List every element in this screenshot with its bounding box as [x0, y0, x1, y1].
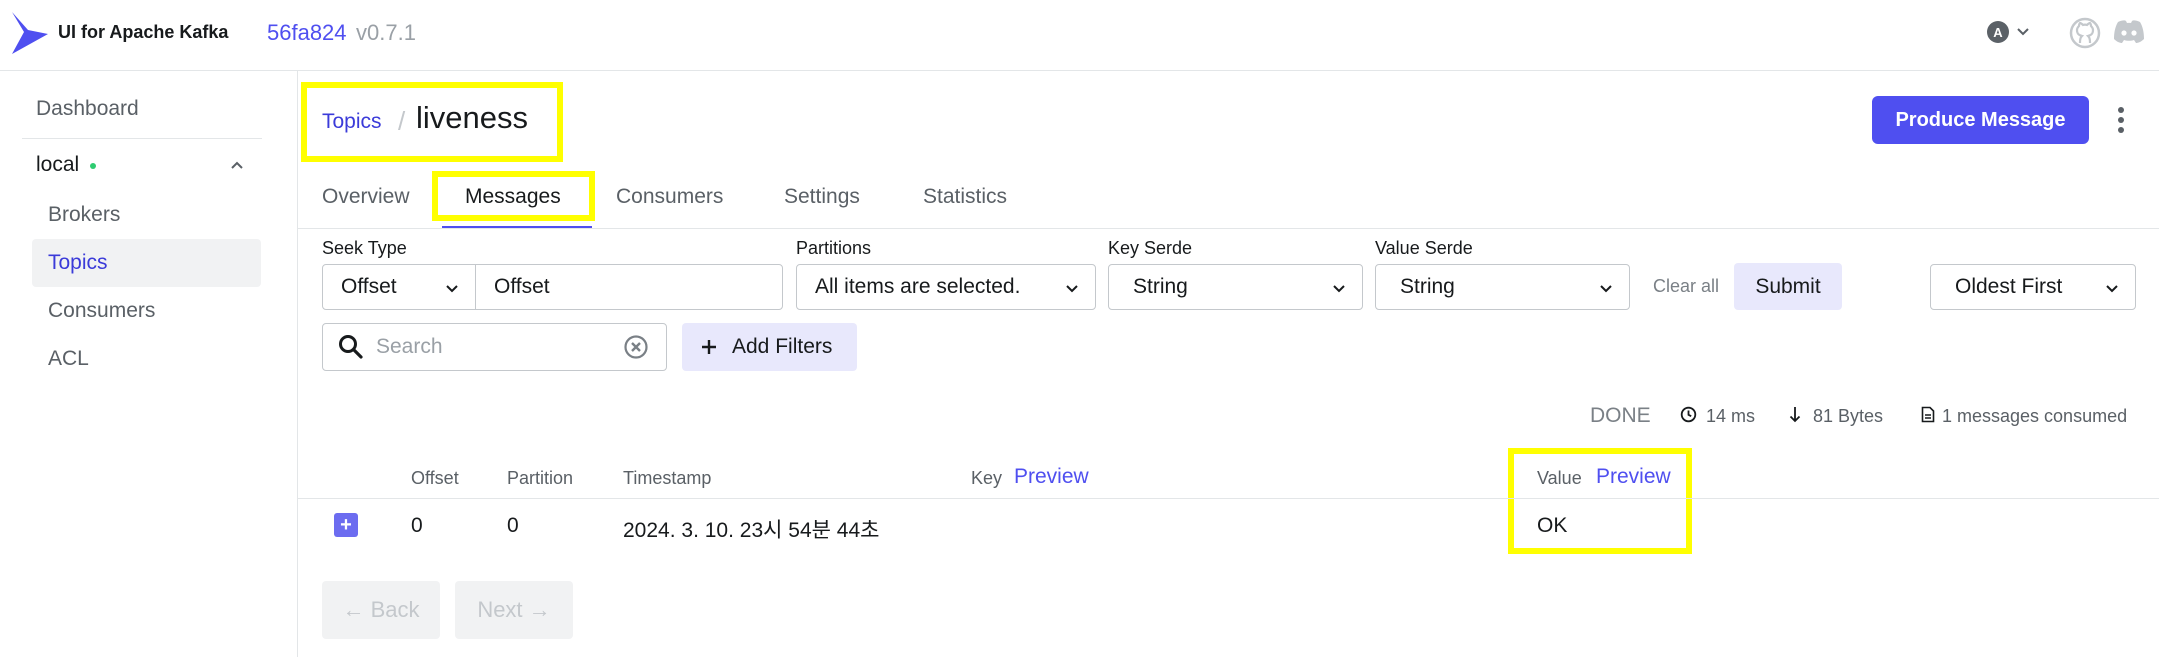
submit-button[interactable]: Submit	[1734, 263, 1842, 310]
more-options-icon[interactable]	[2116, 106, 2126, 134]
document-icon	[1921, 406, 1935, 423]
tab-statistics[interactable]: Statistics	[923, 185, 1007, 209]
elapsed-time: 14 ms	[1706, 406, 1756, 426]
clear-all-button[interactable]: Clear all	[1653, 276, 1719, 297]
sidebar-item-topics[interactable]: Topics	[32, 239, 261, 287]
sidebar-divider	[22, 138, 262, 139]
value-serde-label: Value Serde	[1375, 238, 1473, 258]
cell-offset: 0	[411, 514, 423, 537]
column-header-value: Value	[1537, 468, 1582, 488]
partitions-select[interactable]: All items are selected.	[796, 264, 1096, 310]
kafka-ui-logo-icon[interactable]	[10, 10, 50, 56]
arrow-down-icon	[1789, 407, 1801, 423]
chevron-down-icon	[446, 285, 458, 293]
chevron-down-icon	[1066, 285, 1078, 293]
tabs-divider	[298, 228, 2159, 229]
sidebar-item-acl[interactable]: ACL	[32, 335, 261, 383]
github-icon[interactable]	[2069, 17, 2101, 49]
next-button[interactable]: Next →	[455, 581, 573, 639]
clear-search-icon[interactable]	[624, 335, 648, 359]
key-preview-link[interactable]: Preview	[1014, 465, 1089, 489]
table-header-divider	[298, 498, 2159, 499]
version-label: v0.7.1	[356, 20, 416, 45]
user-avatar[interactable]: A	[1987, 21, 2009, 43]
value-preview-link[interactable]: Preview	[1596, 465, 1671, 489]
add-filters-button[interactable]: Add Filters	[682, 323, 857, 371]
app-name[interactable]: UI for Apache Kafka	[58, 22, 228, 43]
consume-status: DONE	[1590, 404, 1651, 427]
key-serde-label: Key Serde	[1108, 238, 1193, 258]
tab-overview[interactable]: Overview	[322, 185, 410, 209]
tab-settings[interactable]: Settings	[784, 185, 860, 209]
tab-consumers[interactable]: Consumers	[616, 185, 723, 209]
column-header-partition: Partition	[507, 468, 574, 488]
page-title: liveness	[416, 100, 528, 135]
sidebar-item-consumers[interactable]: Consumers	[32, 287, 261, 335]
cell-partition: 0	[507, 514, 519, 537]
search-icon	[339, 335, 363, 359]
back-button[interactable]: ← Back	[322, 581, 440, 639]
offset-input[interactable]: Offset	[475, 264, 783, 310]
add-filters-label: Add Filters	[732, 335, 833, 358]
chevron-up-icon[interactable]	[228, 156, 246, 174]
search-placeholder: Search	[376, 335, 443, 358]
sidebar-item-brokers[interactable]: Brokers	[32, 191, 261, 239]
tab-messages[interactable]: Messages	[465, 185, 561, 209]
search-input[interactable]	[322, 323, 667, 371]
key-serde-value: String	[1133, 275, 1188, 298]
cell-timestamp: 2024. 3. 10. 23시 54분 44초	[623, 519, 880, 542]
clock-icon	[1680, 406, 1697, 423]
commit-hash-link[interactable]: 56fa824	[267, 20, 347, 46]
cluster-name[interactable]: local	[36, 153, 79, 177]
partitions-label: Partitions	[796, 238, 872, 258]
value-serde-value: String	[1400, 275, 1455, 298]
sidebar-item-dashboard[interactable]: Dashboard	[36, 97, 139, 121]
chevron-down-icon	[2106, 285, 2118, 293]
produce-message-button[interactable]: Produce Message	[1872, 96, 2089, 144]
user-menu-chevron-down-icon[interactable]	[2014, 22, 2032, 40]
column-header-offset: Offset	[411, 468, 459, 488]
cluster-status-dot	[90, 163, 96, 169]
breadcrumb-separator: /	[398, 106, 406, 136]
seek-type-value: Offset	[341, 275, 397, 298]
sort-order-value: Oldest First	[1955, 275, 2063, 298]
key-serde-select[interactable]: String	[1108, 264, 1363, 310]
chevron-down-icon	[1333, 285, 1345, 293]
bytes-consumed: 81 Bytes	[1813, 406, 1884, 426]
breadcrumb-topics-link[interactable]: Topics	[322, 110, 382, 134]
value-serde-select[interactable]: String	[1375, 264, 1630, 310]
seek-type-label: Seek Type	[322, 238, 407, 258]
chevron-down-icon	[1600, 285, 1612, 293]
discord-icon[interactable]	[2112, 18, 2146, 46]
messages-consumed: 1 messages consumed	[1942, 406, 2128, 426]
offset-input-text: Offset	[494, 275, 550, 298]
partitions-value: All items are selected.	[815, 275, 1021, 298]
column-header-timestamp: Timestamp	[623, 468, 712, 488]
sort-order-select[interactable]: Oldest First	[1930, 264, 2136, 310]
expand-row-button[interactable]: +	[334, 513, 358, 537]
column-header-key: Key	[971, 468, 1003, 488]
value-column-highlight	[1508, 448, 1692, 554]
cell-value: OK	[1537, 514, 1568, 537]
plus-icon	[702, 340, 716, 354]
seek-type-select[interactable]: Offset	[322, 264, 476, 310]
